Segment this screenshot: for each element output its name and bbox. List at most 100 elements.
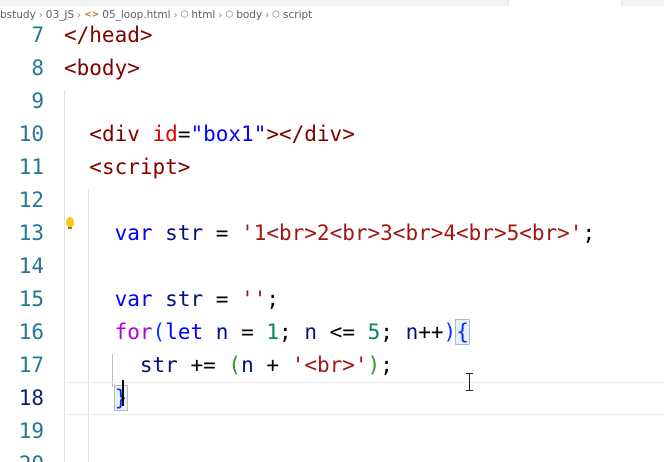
code-line[interactable]: 7 </head> (0, 24, 664, 52)
token-keyword: var (114, 221, 153, 245)
token-operator: = (241, 320, 254, 344)
breadcrumb-label: bstudy (0, 9, 36, 21)
token-bracket: ) (443, 320, 457, 344)
code-text: var str = '1<br>2<br>3<br>4<br>5<br>'; (64, 217, 596, 250)
token-tag: </head> (64, 24, 153, 47)
token-punctuation: ; (266, 287, 280, 311)
line-number: 12 (18, 188, 44, 212)
line-number: 16 (18, 320, 44, 344)
code-line[interactable]: 19 (0, 415, 664, 448)
token-punctuation: ; (279, 320, 292, 344)
token-tag: <script> (89, 155, 191, 179)
token-tag: <div (89, 122, 140, 146)
token-operator: = (215, 221, 229, 245)
code-editor[interactable]: 7 </head> 8 <body> 9 10 <div id="box1"><… (0, 24, 664, 462)
chevron-right-icon: › (265, 9, 270, 21)
token-identifier: str (165, 221, 204, 245)
line-number: 17 (18, 353, 44, 377)
token-keyword: for (114, 320, 153, 344)
element-icon: ⬡ (272, 10, 281, 20)
code-line[interactable]: 9 (0, 85, 664, 118)
line-number: 11 (18, 155, 44, 179)
element-icon: ⬡ (225, 10, 234, 20)
breadcrumb-item-subfolder[interactable]: 03_JS (46, 9, 74, 21)
breadcrumb-label: script (283, 9, 313, 21)
token-number: 5 (367, 320, 381, 344)
html-file-icon: <> (84, 10, 100, 20)
token-punctuation: ; (380, 320, 393, 344)
token-punctuation: ; (582, 221, 596, 245)
breadcrumb-item-body[interactable]: ⬡ body (225, 9, 262, 21)
code-text: </head> (64, 24, 153, 52)
line-number: 14 (18, 254, 44, 278)
token-tag: ></div> (266, 122, 355, 146)
breadcrumb-label: body (236, 9, 263, 21)
token-bracket: ( (152, 320, 166, 344)
token-number: 1 (266, 320, 280, 344)
token-identifier: str (139, 353, 178, 377)
token-bracket: ( (228, 353, 242, 377)
code-line[interactable]: 10 <div id="box1"></div> (0, 118, 664, 151)
token-identifier: n (304, 320, 318, 344)
code-line[interactable]: 14 (0, 250, 664, 283)
token-bracket-match: } (113, 385, 129, 411)
token-tag: <body> (64, 56, 140, 80)
breadcrumb-label: html (191, 9, 216, 21)
code-line-current[interactable]: 18 } (0, 382, 664, 415)
token-identifier: str (165, 287, 204, 311)
code-line[interactable]: 16 for(let n = 1; n <= 5; n++){ (0, 316, 664, 349)
line-number: 13 (18, 221, 44, 245)
code-text: <div id="box1"></div> (64, 118, 355, 151)
token-bracket-match: { (455, 319, 470, 345)
code-text: } (64, 382, 129, 415)
token-operator: = (177, 122, 191, 146)
token-string: '' (241, 287, 267, 311)
breadcrumb-item-script[interactable]: ⬡ script (272, 9, 312, 21)
breadcrumb-item-html[interactable]: ⬡ html (181, 9, 216, 21)
mouse-ibeam-icon (466, 373, 473, 391)
code-line[interactable]: 20 (0, 448, 664, 462)
line-number: 8 (31, 56, 44, 80)
chevron-right-icon: › (77, 9, 82, 21)
token-operator: <= (329, 320, 355, 344)
code-line[interactable]: 13 var str = '1<br>2<br>3<br>4<br>5<br>'… (0, 217, 664, 250)
code-line[interactable]: 11 <script> (0, 151, 664, 184)
token-operator: += (190, 353, 216, 377)
chevron-right-icon: › (218, 9, 223, 21)
breadcrumb: bstudy › 03_JS › <> 05_loop.html › ⬡ htm… (0, 6, 664, 24)
text-cursor (122, 380, 124, 406)
token-string: '1<br>2<br>3<br>4<br>5<br>' (241, 221, 583, 245)
breadcrumb-item-folder[interactable]: bstudy (0, 9, 36, 21)
line-number: 15 (18, 287, 44, 311)
code-line[interactable]: 17 str += (n + '<br>'); (0, 349, 664, 382)
token-punctuation: ; (380, 353, 393, 377)
code-text: var str = ''; (64, 283, 279, 316)
token-identifier: n (241, 353, 254, 377)
breadcrumb-item-file[interactable]: <> 05_loop.html (84, 9, 170, 21)
token-identifier: n (215, 320, 229, 344)
line-number: 20 (0, 448, 44, 462)
code-text: <body> (64, 52, 140, 85)
line-number: 10 (18, 122, 44, 146)
lightbulb-icon[interactable] (66, 217, 74, 229)
token-operator: ++ (418, 320, 444, 344)
token-string: "box1" (190, 122, 267, 146)
breadcrumb-label: 05_loop.html (102, 9, 171, 21)
token-bracket: ) (367, 353, 381, 377)
chevron-right-icon: › (38, 9, 43, 21)
code-text: str += (n + '<br>'); (64, 349, 393, 382)
token-string: '<br>' (291, 353, 368, 377)
token-keyword: var (114, 287, 153, 311)
line-number-active: 18 (18, 386, 44, 410)
code-line[interactable]: 15 var str = ''; (0, 283, 664, 316)
token-operator: = (215, 287, 229, 311)
breadcrumb-label: 03_JS (45, 9, 75, 21)
code-line[interactable]: 8 <body> (0, 52, 664, 85)
element-icon: ⬡ (180, 10, 189, 20)
chevron-right-icon: › (173, 9, 178, 21)
token-operator: + (266, 353, 280, 377)
token-attribute: id (152, 122, 178, 146)
code-line[interactable]: 12 (0, 184, 664, 217)
line-number: 19 (18, 419, 44, 443)
line-number: 7 (31, 24, 44, 47)
